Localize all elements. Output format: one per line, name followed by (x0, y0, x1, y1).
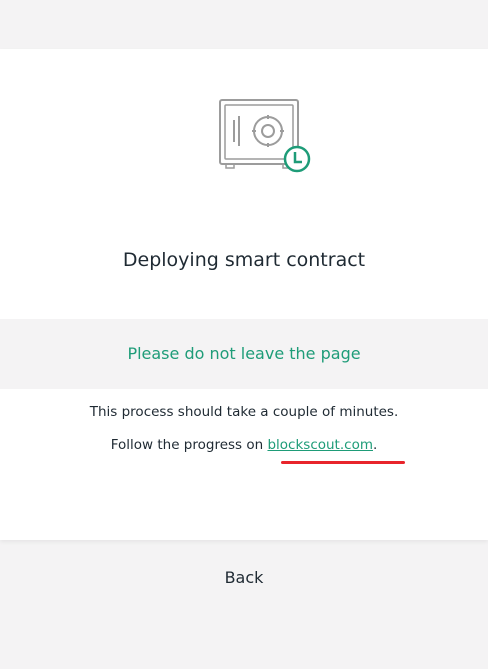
info-progress-prefix: Follow the progress on (110, 437, 268, 453)
info-progress-suffix: . (372, 437, 378, 453)
warning-banner: Please do not leave the page (0, 319, 488, 389)
info-progress: Follow the progress on blockscout.com. (0, 437, 488, 453)
blockscout-link[interactable]: blockscout.com (267, 437, 373, 453)
back-button[interactable]: Back (0, 568, 488, 587)
deploy-card: Deploying smart contract Please do not l… (0, 49, 488, 540)
annotation-underline (281, 461, 405, 464)
warning-text: Please do not leave the page (127, 344, 361, 363)
safe-with-clock-icon (219, 99, 311, 173)
info-duration: This process should take a couple of min… (89, 404, 399, 420)
deploy-title: Deploying smart contract (122, 249, 366, 271)
